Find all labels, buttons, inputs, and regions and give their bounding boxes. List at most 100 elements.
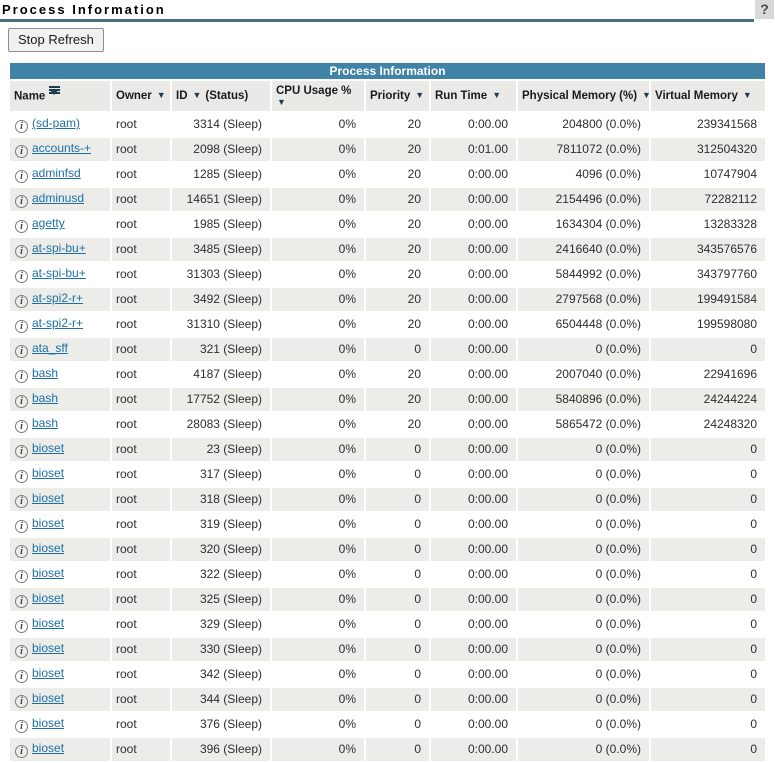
col-header-runtime[interactable]: Run Time▼	[431, 81, 516, 111]
process-link[interactable]: at-spi2-r+	[28, 291, 83, 305]
priority-cell: 20	[366, 413, 429, 436]
info-icon[interactable]: i	[15, 670, 28, 683]
info-icon[interactable]: i	[15, 120, 28, 133]
id-status-cell: 31303 (Sleep)	[172, 263, 270, 286]
process-link[interactable]: adminfsd	[28, 166, 81, 180]
physical-memory-cell: 0 (0.0%)	[518, 588, 649, 611]
info-icon[interactable]: i	[15, 520, 28, 533]
owner-cell: root	[112, 638, 170, 661]
process-link[interactable]: bioset	[28, 566, 64, 580]
info-icon[interactable]: i	[15, 320, 28, 333]
virtual-memory-cell: 0	[651, 538, 765, 561]
info-icon[interactable]: i	[15, 595, 28, 608]
info-icon[interactable]: i	[15, 720, 28, 733]
process-link[interactable]: at-spi-bu+	[28, 266, 86, 280]
physical-memory-cell: 0 (0.0%)	[518, 438, 649, 461]
table-row: ibioset root 317 (Sleep) 0% 0 0:00.00 0 …	[10, 463, 765, 486]
process-link[interactable]: bioset	[28, 691, 64, 705]
info-icon[interactable]: i	[15, 570, 28, 583]
process-link[interactable]: bioset	[28, 641, 64, 655]
info-icon[interactable]: i	[15, 695, 28, 708]
process-link[interactable]: bash	[28, 391, 58, 405]
virtual-memory-cell: 72282112	[651, 188, 765, 211]
col-header-id-status[interactable]: ID▼(Status)	[172, 81, 270, 111]
info-icon[interactable]: i	[15, 195, 28, 208]
process-link[interactable]: bash	[28, 416, 58, 430]
info-icon[interactable]: i	[15, 545, 28, 558]
col-header-priority[interactable]: Priority▼	[366, 81, 429, 111]
process-name: (sd-pam)	[32, 116, 80, 130]
info-icon[interactable]: i	[15, 345, 28, 358]
info-icon[interactable]: i	[15, 645, 28, 658]
info-icon[interactable]: i	[15, 395, 28, 408]
owner-cell: root	[112, 488, 170, 511]
process-link[interactable]: bioset	[28, 616, 64, 630]
info-icon[interactable]: i	[15, 295, 28, 308]
info-icon[interactable]: i	[15, 470, 28, 483]
page-title: Process Information	[2, 2, 775, 17]
owner-cell: root	[112, 213, 170, 236]
info-icon[interactable]: i	[15, 245, 28, 258]
process-link[interactable]: ata_sff	[28, 341, 68, 355]
process-link[interactable]: bioset	[28, 516, 64, 530]
col-header-cpu[interactable]: CPU Usage %▼	[272, 81, 364, 111]
run-time-cell: 0:00.00	[431, 313, 516, 336]
info-icon[interactable]: i	[15, 170, 28, 183]
table-title: Process Information	[10, 63, 765, 79]
priority-cell: 20	[366, 138, 429, 161]
info-icon[interactable]: i	[15, 620, 28, 633]
process-name: at-spi2-r+	[32, 291, 83, 305]
process-link[interactable]: bioset	[28, 466, 64, 480]
col-header-virtmem[interactable]: Virtual Memory▼	[651, 81, 765, 111]
priority-cell: 20	[366, 363, 429, 386]
cpu-usage-cell: 0%	[272, 738, 364, 761]
info-icon[interactable]: i	[15, 420, 28, 433]
cpu-usage-cell: 0%	[272, 363, 364, 386]
process-link[interactable]: bioset	[28, 716, 64, 730]
stop-refresh-button[interactable]: Stop Refresh	[8, 28, 104, 52]
process-link[interactable]: bioset	[28, 541, 64, 555]
process-link[interactable]: bioset	[28, 591, 64, 605]
table-row: ibash root 17752 (Sleep) 0% 20 0:00.00 5…	[10, 388, 765, 411]
col-header-name[interactable]: Name	[10, 81, 110, 111]
process-link[interactable]: adminusd	[28, 191, 84, 205]
process-link[interactable]: (sd-pam)	[28, 116, 80, 130]
process-link[interactable]: accounts-+	[28, 141, 91, 155]
info-icon[interactable]: i	[15, 145, 28, 158]
virtual-memory-cell: 22941696	[651, 363, 765, 386]
process-name: bioset	[32, 491, 64, 505]
physical-memory-cell: 0 (0.0%)	[518, 613, 649, 636]
col-header-owner[interactable]: Owner▼	[112, 81, 170, 111]
owner-cell: root	[112, 413, 170, 436]
process-name: at-spi-bu+	[32, 266, 86, 280]
virtual-memory-cell: 312504320	[651, 138, 765, 161]
process-link[interactable]: bash	[28, 366, 58, 380]
process-link[interactable]: bioset	[28, 741, 64, 755]
process-link[interactable]: at-spi-bu+	[28, 241, 86, 255]
owner-cell: root	[112, 263, 170, 286]
info-icon[interactable]: i	[15, 445, 28, 458]
priority-cell: 0	[366, 438, 429, 461]
process-name: bioset	[32, 441, 64, 455]
cpu-usage-cell: 0%	[272, 338, 364, 361]
info-icon[interactable]: i	[15, 370, 28, 383]
process-link[interactable]: bioset	[28, 666, 64, 680]
info-icon[interactable]: i	[15, 745, 28, 758]
process-link[interactable]: at-spi2-r+	[28, 316, 83, 330]
priority-cell: 20	[366, 213, 429, 236]
table-row: iadminfsd root 1285 (Sleep) 0% 20 0:00.0…	[10, 163, 765, 186]
col-label-status: (Status)	[205, 90, 248, 102]
process-name: bioset	[32, 741, 64, 755]
table-row: ibioset root 396 (Sleep) 0% 0 0:00.00 0 …	[10, 738, 765, 761]
col-header-physmem[interactable]: Physical Memory (%)▼	[518, 81, 649, 111]
info-icon[interactable]: i	[15, 270, 28, 283]
owner-cell: root	[112, 188, 170, 211]
process-link[interactable]: agetty	[28, 216, 65, 230]
process-link[interactable]: bioset	[28, 441, 64, 455]
process-name: at-spi2-r+	[32, 316, 83, 330]
info-icon[interactable]: i	[15, 220, 28, 233]
process-link[interactable]: bioset	[28, 491, 64, 505]
info-icon[interactable]: i	[15, 495, 28, 508]
help-icon[interactable]: ?	[755, 0, 774, 19]
priority-cell: 0	[366, 463, 429, 486]
